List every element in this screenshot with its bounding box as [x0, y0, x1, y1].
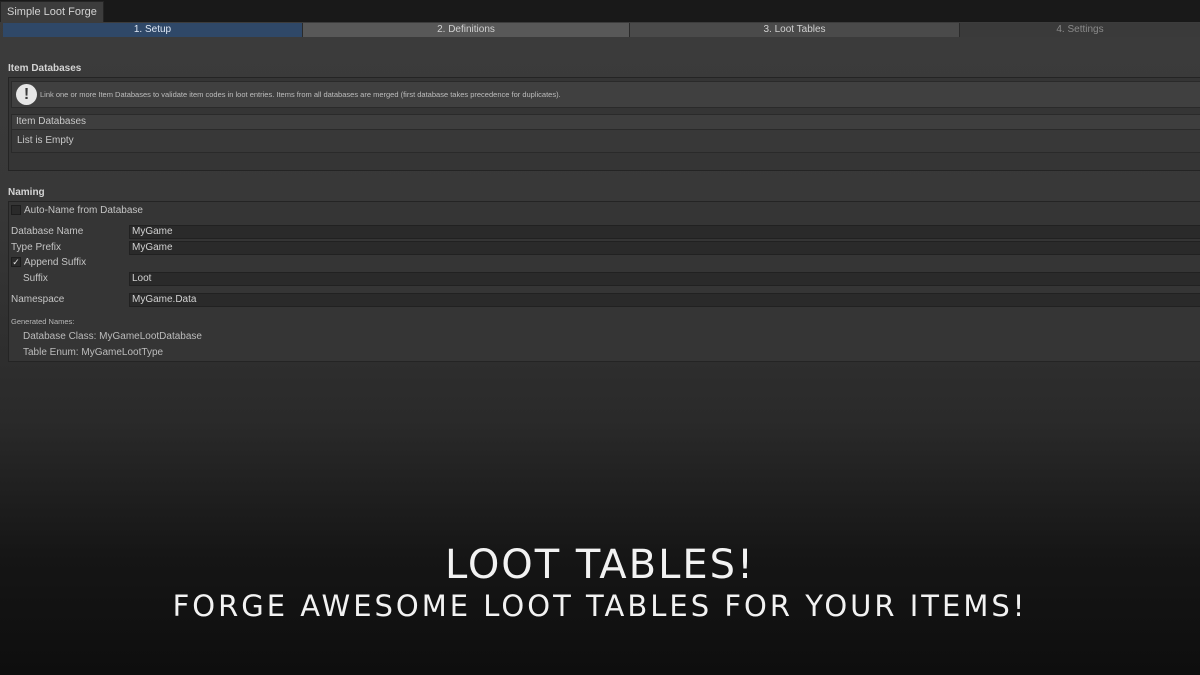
item-databases-section-title: Item Databases: [8, 63, 82, 74]
suffix-field[interactable]: Loot: [129, 272, 1200, 286]
item-databases-help-box: ! Link one or more Item Databases to val…: [11, 81, 1200, 108]
window-tab-simple-loot-forge[interactable]: Simple Loot Forge: [0, 1, 104, 22]
append-suffix-checkbox[interactable]: ✓: [11, 257, 21, 267]
step-tab-definitions[interactable]: 2. Definitions: [303, 23, 630, 37]
namespace-label: Namespace: [11, 294, 65, 305]
type-prefix-field[interactable]: MyGame: [129, 241, 1200, 255]
auto-name-checkbox[interactable]: [11, 205, 21, 215]
database-name-field[interactable]: MyGame: [129, 225, 1200, 239]
database-name-label: Database Name: [11, 226, 84, 237]
suffix-label: Suffix: [23, 273, 48, 284]
append-suffix-label: Append Suffix: [24, 257, 87, 268]
item-databases-list[interactable]: List is Empty: [11, 130, 1200, 153]
step-tab-settings[interactable]: 4. Settings: [960, 23, 1200, 37]
banner-title: LOOT TABLES!: [444, 542, 756, 588]
step-toolbar: 1. Setup 2. Definitions 3. Loot Tables 4…: [3, 23, 1200, 37]
window-titlebar: Simple Loot Forge: [0, 0, 1200, 22]
checkmark-icon: ✓: [12, 257, 20, 267]
item-databases-list-header[interactable]: Item Databases: [11, 114, 1200, 130]
banner-subtitle: FORGE AWESOME LOOT TABLES FOR YOUR ITEMS…: [172, 589, 1028, 623]
naming-section-title: Naming: [8, 187, 45, 198]
step-tab-setup[interactable]: 1. Setup: [3, 23, 303, 37]
auto-name-label: Auto-Name from Database: [24, 205, 143, 216]
step-tab-loot-tables[interactable]: 3. Loot Tables: [630, 23, 960, 37]
namespace-field[interactable]: MyGame.Data: [129, 293, 1200, 307]
info-icon: !: [16, 84, 37, 105]
generated-names-label: Generated Names:: [11, 317, 75, 326]
generated-database-class: Database Class: MyGameLootDatabase: [23, 331, 202, 342]
generated-table-enum: Table Enum: MyGameLootType: [23, 347, 164, 358]
item-databases-help-text: Link one or more Item Databases to valid…: [40, 90, 561, 99]
type-prefix-label: Type Prefix: [11, 242, 62, 253]
list-empty-text: List is Empty: [17, 135, 74, 146]
